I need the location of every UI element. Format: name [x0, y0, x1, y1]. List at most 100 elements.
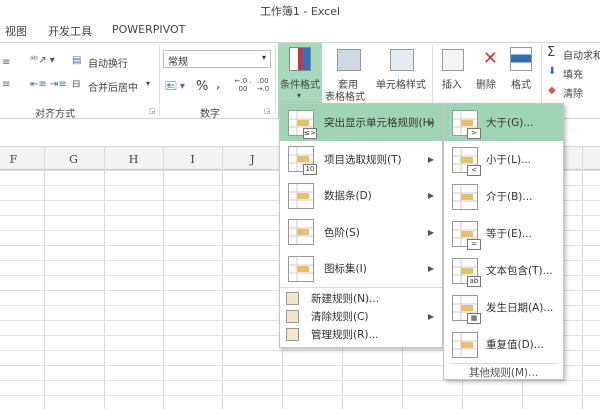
- highlight-rule-label: 小于(L)...: [486, 154, 532, 166]
- cell-styles-icon: [390, 49, 414, 71]
- cond-menu-small-label: 新建规则(N)...: [311, 292, 380, 305]
- rule-badge: ≤>: [303, 127, 317, 139]
- merge-center-button[interactable]: 合并后居中: [88, 79, 138, 94]
- rule-small-icon: [286, 309, 299, 323]
- rule-icon: =: [452, 220, 481, 250]
- rule-icon: [452, 331, 478, 358]
- tab-view[interactable]: 视图: [5, 23, 27, 39]
- conditional-format-label: 条件格式: [280, 80, 320, 91]
- cond-menu-item-label: 图标集(I): [324, 263, 367, 275]
- alignment-group-label: 对齐方式: [35, 109, 75, 120]
- rule-badge: ▦: [467, 312, 481, 324]
- more-rules-item[interactable]: 其他规则(M)...: [444, 363, 563, 381]
- grid-column-line: [44, 147, 45, 409]
- chevron-right-icon: ▶: [427, 311, 434, 321]
- cell-styles-button[interactable]: 单元格样式: [376, 76, 426, 91]
- rule-badge: >: [467, 127, 481, 139]
- table-format-button-line2[interactable]: 表格格式: [325, 88, 365, 103]
- tab-powerpivot[interactable]: POWERPIVOT: [112, 23, 185, 36]
- cond-menu-item[interactable]: 数据条(D) ▶: [280, 177, 442, 214]
- column-header-i[interactable]: I: [163, 153, 222, 166]
- column-header-h[interactable]: H: [104, 153, 163, 166]
- rule-icon: [452, 183, 478, 210]
- highlight-rule-item[interactable]: 介于(B)...: [444, 178, 563, 215]
- rule-icon: [288, 182, 314, 209]
- dialog-launcher-icon[interactable]: ◲: [264, 107, 271, 115]
- highlight-rule-label: 重复值(D)...: [486, 339, 544, 351]
- cond-menu-small-label: 清除规则(C): [311, 310, 369, 323]
- highlight-rule-label: 文本包含(T)...: [486, 265, 553, 277]
- rule-small-icon: [286, 291, 299, 305]
- sum-icon: Σ: [547, 45, 556, 60]
- column-header-g[interactable]: G: [44, 153, 103, 166]
- chevron-right-icon: ▶: [427, 118, 434, 127]
- decrease-decimal-button[interactable]: .00 →.0: [254, 77, 272, 93]
- highlight-rule-item[interactable]: ab 文本包含(T)...: [444, 252, 563, 289]
- number-format-select[interactable]: 常规 ▾: [163, 50, 271, 68]
- cond-menu-item[interactable]: ≤> 突出显示单元格规则(H) ▶: [280, 104, 442, 141]
- accounting-format-icon[interactable]: 🖭 ▾: [165, 79, 185, 96]
- clear-button[interactable]: 清除: [563, 85, 583, 100]
- grid-column-line: [104, 147, 105, 409]
- delete-button[interactable]: 删除: [476, 76, 496, 91]
- chevron-down-icon: ▾: [297, 91, 302, 100]
- dialog-launcher-icon[interactable]: ◲: [149, 107, 156, 115]
- merge-icon: ⊟: [72, 79, 81, 90]
- cond-menu-item-label: 突出显示单元格规则(H): [324, 117, 435, 129]
- eraser-icon: ◆: [548, 85, 556, 96]
- cond-menu-small-item[interactable]: 清除规则(C) ▶: [280, 307, 442, 325]
- cond-menu-small-item[interactable]: 管理规则(R)...: [280, 325, 442, 343]
- align-center-icon[interactable]: ≡: [2, 57, 10, 68]
- highlight-rule-item[interactable]: > 大于(G)...: [444, 104, 563, 141]
- fill-button[interactable]: 填充: [563, 66, 583, 81]
- conditional-format-menu: ≤> 突出显示单元格规则(H) ▶ 10 项目选取规则(T) ▶ 数据条(D) …: [279, 103, 443, 348]
- orientation-icon[interactable]: ᵃᵇ↗ ▾: [30, 55, 55, 66]
- rule-badge: =: [467, 238, 481, 250]
- ribbon-tabs: 视图 开发工具 POWERPIVOT: [0, 20, 600, 42]
- cond-menu-small-item[interactable]: 新建规则(N)...: [280, 289, 442, 307]
- title-bar: 工作簿1 - Excel: [0, 0, 600, 20]
- rule-icon: [288, 255, 314, 282]
- grid-column-line: [163, 147, 164, 409]
- menu-divider: [280, 287, 442, 288]
- autosum-button[interactable]: 自动求和: [563, 47, 600, 62]
- chevron-right-icon: ▶: [427, 154, 434, 164]
- highlight-rule-item[interactable]: < 小于(L)...: [444, 141, 563, 178]
- increase-decimal-button[interactable]: ←.0 .00: [234, 77, 252, 93]
- indent-icons[interactable]: ⇤≡ ⇥≡: [30, 79, 67, 90]
- cond-menu-item[interactable]: 色阶(S) ▶: [280, 214, 442, 251]
- highlight-rule-item[interactable]: ▦ 发生日期(A)...: [444, 289, 563, 326]
- insert-button[interactable]: 插入: [442, 76, 462, 91]
- insert-icon: [442, 49, 464, 71]
- rule-badge: 10: [303, 164, 317, 175]
- grid-column-line: [582, 147, 583, 409]
- rule-icon: >: [452, 109, 481, 139]
- wrap-text-button[interactable]: 自动换行: [88, 55, 128, 70]
- grid-row-line: [0, 395, 600, 396]
- cond-menu-item[interactable]: 10 项目选取规则(T) ▶: [280, 141, 442, 178]
- cond-menu-item-label: 数据条(D): [324, 190, 372, 202]
- chevron-right-icon: ▶: [427, 191, 434, 200]
- highlight-rule-item[interactable]: 重复值(D)...: [444, 326, 563, 363]
- rule-icon: 10: [288, 146, 317, 175]
- cond-menu-item[interactable]: 图标集(I) ▶: [280, 250, 442, 287]
- chevron-down-icon: ▾: [261, 53, 266, 62]
- rule-icon: ab: [452, 257, 481, 287]
- highlight-rules-submenu: > 大于(G)... < 小于(L)... 介于(B)... = 等于(E)..…: [443, 103, 564, 380]
- format-button[interactable]: 格式: [511, 76, 531, 91]
- cond-menu-small-label: 管理规则(R)...: [311, 328, 379, 341]
- highlight-rule-item[interactable]: = 等于(E)...: [444, 215, 563, 252]
- align-right-icon[interactable]: ≡: [2, 79, 10, 90]
- table-format-icon: [337, 49, 361, 71]
- chevron-right-icon: ▶: [427, 264, 434, 273]
- chevron-down-icon[interactable]: ▾: [146, 79, 150, 88]
- column-header-f[interactable]: F: [0, 153, 43, 166]
- format-icon: [510, 47, 532, 71]
- grid-column-line: [222, 147, 223, 409]
- rule-icon: ▦: [452, 294, 481, 324]
- percent-button[interactable]: %: [196, 79, 208, 94]
- tab-developer[interactable]: 开发工具: [48, 23, 92, 39]
- wrap-text-icon: ▤: [72, 55, 82, 66]
- column-header-j[interactable]: J: [223, 153, 282, 166]
- comma-button[interactable]: ,: [216, 77, 220, 92]
